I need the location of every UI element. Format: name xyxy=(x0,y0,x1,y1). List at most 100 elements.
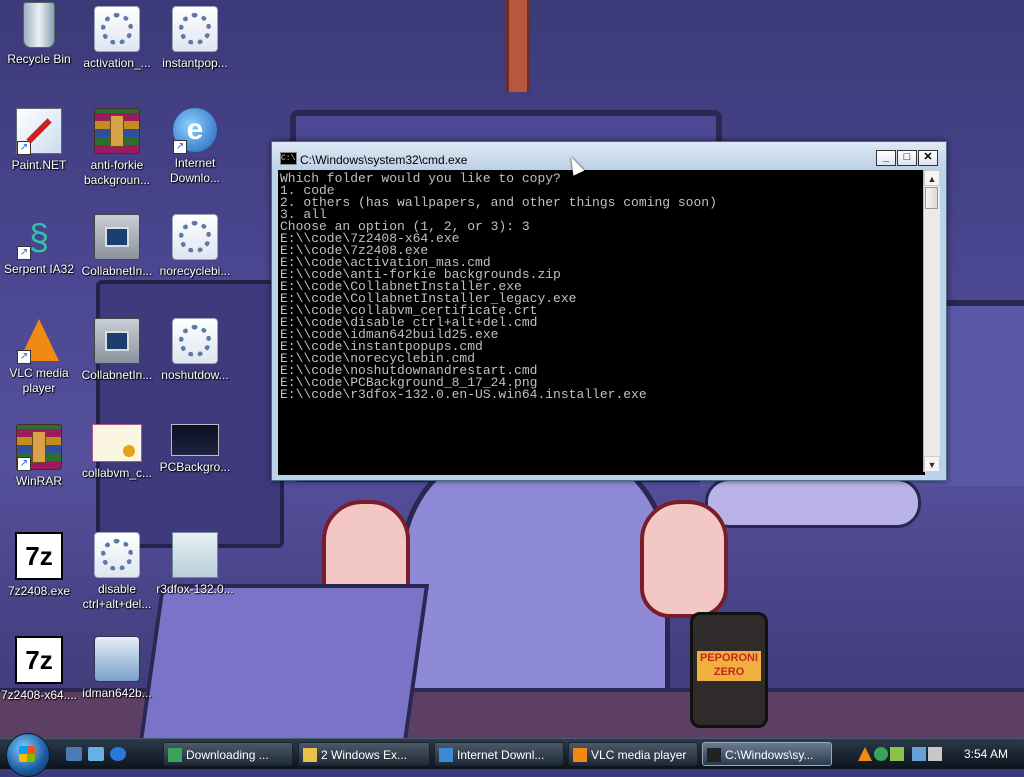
certificate-icon xyxy=(92,424,142,462)
switch-windows-icon[interactable] xyxy=(88,747,104,761)
network-tray-icon[interactable] xyxy=(912,747,926,761)
desktop-icon-paintnet[interactable]: ↗ Paint.NET xyxy=(0,108,78,173)
taskbar-item-label: 2 Windows Ex... xyxy=(321,748,408,762)
taskbar-item-internet-download-manager[interactable]: Internet Downl... xyxy=(434,742,564,766)
desktop-icon-label: anti-forkie backgroun... xyxy=(83,158,151,187)
desktop-icon-7z2408-x64[interactable]: 7z 7z2408-x64.... xyxy=(0,636,78,703)
taskbar-item-cmd[interactable]: C:\Windows\sy... xyxy=(702,742,832,766)
show-desktop-icon[interactable] xyxy=(66,747,82,761)
shortcut-arrow-icon: ↗ xyxy=(17,457,31,471)
volume-muted-tray-icon[interactable] xyxy=(928,747,942,761)
vlc-cone-icon: ↗ xyxy=(17,318,61,364)
desktop-icon-winrar[interactable]: ↗ WinRAR xyxy=(0,424,78,489)
desktop-icon-anti-forkie[interactable]: anti-forkie backgroun... xyxy=(78,108,156,188)
desktop-icon-internet-download-manager[interactable]: ↗ Internet Downlo... xyxy=(156,108,234,186)
desktop-icon-label: VLC media player xyxy=(9,366,69,395)
wallpaper-can: PEPORONI ZERO xyxy=(690,612,768,728)
installer-file-icon xyxy=(172,532,218,578)
desktop-icon-label: activation_... xyxy=(83,56,151,70)
shortcut-arrow-icon: ↗ xyxy=(173,140,187,154)
wallpaper-plush-cats xyxy=(705,478,921,528)
maximize-button[interactable]: □ xyxy=(897,150,917,166)
minimize-button[interactable]: _ xyxy=(876,150,896,166)
console-line: 2. others (has wallpapers, and other thi… xyxy=(280,195,717,210)
installer-computer-icon xyxy=(94,214,140,260)
taskbar-clock[interactable]: 3:54 AM xyxy=(964,747,1008,761)
taskbar-item-label: VLC media player xyxy=(591,748,687,762)
idm-tray-icon[interactable] xyxy=(874,747,888,761)
cmd-titlebar[interactable]: C:\ C:\Windows\system32\cmd.exe _ □ ✕ xyxy=(272,142,946,170)
console-scrollbar[interactable]: ▲ ▼ xyxy=(923,170,940,472)
console-output[interactable]: Which folder would you like to copy? 1. c… xyxy=(278,170,925,475)
wallpaper-laptop xyxy=(138,584,430,742)
archive-icon xyxy=(94,108,140,154)
internet-explorer-icon[interactable] xyxy=(110,747,126,761)
scroll-thumb[interactable] xyxy=(925,187,938,209)
desktop-icon-r3dfox[interactable]: r3dfox-132.0... xyxy=(156,532,234,597)
desktop-icon-disable-ctrl-alt-del[interactable]: disable ctrl+alt+del... xyxy=(78,532,156,612)
desktop-icon-label: CollabnetIn... xyxy=(81,368,153,382)
desktop-icon-label: r3dfox-132.0... xyxy=(156,582,234,596)
console-line: Which folder would you like to copy? xyxy=(280,171,561,186)
taskbar-item-label: C:\Windows\sy... xyxy=(725,748,814,762)
desktop-icon-label: instantpop... xyxy=(162,56,228,70)
desktop-icon-collabnet-installer[interactable]: CollabnetIn... xyxy=(78,214,156,279)
start-button[interactable] xyxy=(6,733,50,777)
console-line: E:\\code\r3dfox-132.0.en-US.win64.instal… xyxy=(280,387,647,402)
desktop-icon-activation[interactable]: activation_... xyxy=(78,6,156,71)
desktop-icon-serpent[interactable]: § ↗ Serpent IA32 xyxy=(0,214,78,277)
desktop-icon-label: 7z2408.exe xyxy=(7,584,71,598)
script-file-icon xyxy=(94,532,140,578)
desktop-icon-label: noshutdow... xyxy=(161,368,229,382)
image-thumbnail-icon xyxy=(171,424,219,456)
desktop-icon-recycle-bin[interactable]: Recycle Bin xyxy=(0,2,78,67)
taskbar: Downloading ... 2 Windows Ex... Internet… xyxy=(0,733,1024,777)
desktop-icon-label: disable ctrl+alt+del... xyxy=(82,582,152,611)
desktop-icon-idman[interactable]: idman642b... xyxy=(78,636,156,701)
script-file-icon xyxy=(172,318,218,364)
shortcut-arrow-icon: ↗ xyxy=(17,141,31,155)
desktop-icon-label: 7z2408-x64.... xyxy=(0,688,78,702)
paintnet-icon: ↗ xyxy=(16,108,62,155)
desktop-icon-label: Serpent IA32 xyxy=(3,262,75,276)
desktop-icon-label: PCBackgro... xyxy=(159,460,231,474)
script-file-icon xyxy=(172,6,218,52)
installer-computer-icon xyxy=(94,318,140,364)
taskbar-item-downloading[interactable]: Downloading ... xyxy=(163,742,293,766)
desktop-icon-label: Internet Downlo... xyxy=(169,156,221,185)
desktop-icon-instantpopups[interactable]: instantpop... xyxy=(156,6,234,71)
desktop-icon-collabnet-installer-legacy[interactable]: CollabnetIn... xyxy=(78,318,156,383)
desktop-icon-7z2408[interactable]: 7z 7z2408.exe xyxy=(0,532,78,599)
folder-icon xyxy=(303,748,317,762)
desktop-icon-label: collabvm_c... xyxy=(81,466,153,480)
internet-download-manager-icon: ↗ xyxy=(173,108,217,154)
desktop-icon-vlc[interactable]: ↗ VLC media player xyxy=(0,318,78,396)
desktop-icon-noshutdown[interactable]: noshutdow... xyxy=(156,318,234,383)
scroll-down-arrow-icon[interactable]: ▼ xyxy=(924,456,940,472)
close-button[interactable]: ✕ xyxy=(918,150,938,166)
scroll-up-arrow-icon[interactable]: ▲ xyxy=(924,170,940,186)
serpent-icon: § ↗ xyxy=(17,214,61,260)
desktop-icon-pcbackground[interactable]: PCBackgro... xyxy=(156,424,234,475)
taskbar-item-windows-explorer[interactable]: 2 Windows Ex... xyxy=(298,742,430,766)
desktop-icon-label: CollabnetIn... xyxy=(81,264,153,278)
vlc-tray-icon[interactable] xyxy=(858,747,872,761)
security-tray-icon[interactable] xyxy=(890,747,904,761)
desktop-icon-label: idman642b... xyxy=(82,686,152,700)
can-label: PEPORONI ZERO xyxy=(697,651,761,681)
shortcut-arrow-icon: ↗ xyxy=(17,350,31,364)
desktop-icon-label: Paint.NET xyxy=(11,158,67,172)
desktop-icon-collabvm-certificate[interactable]: collabvm_c... xyxy=(78,424,156,481)
taskbar-item-label: Internet Downl... xyxy=(457,748,545,762)
desktop-icon-norecyclebin[interactable]: norecyclebi... xyxy=(156,214,234,279)
system-tray: 3:54 AM xyxy=(852,739,1024,769)
wallpaper-rope xyxy=(506,0,530,92)
wallpaper-right-hand xyxy=(640,500,728,618)
script-file-icon xyxy=(172,214,218,260)
idm-icon xyxy=(439,748,453,762)
idm-installer-icon xyxy=(94,636,140,682)
cmd-window[interactable]: C:\ C:\Windows\system32\cmd.exe _ □ ✕ Wh… xyxy=(271,141,947,481)
console-icon: C:\ xyxy=(280,152,297,165)
cmd-window-title: C:\Windows\system32\cmd.exe xyxy=(300,153,468,167)
taskbar-item-vlc[interactable]: VLC media player xyxy=(568,742,698,766)
